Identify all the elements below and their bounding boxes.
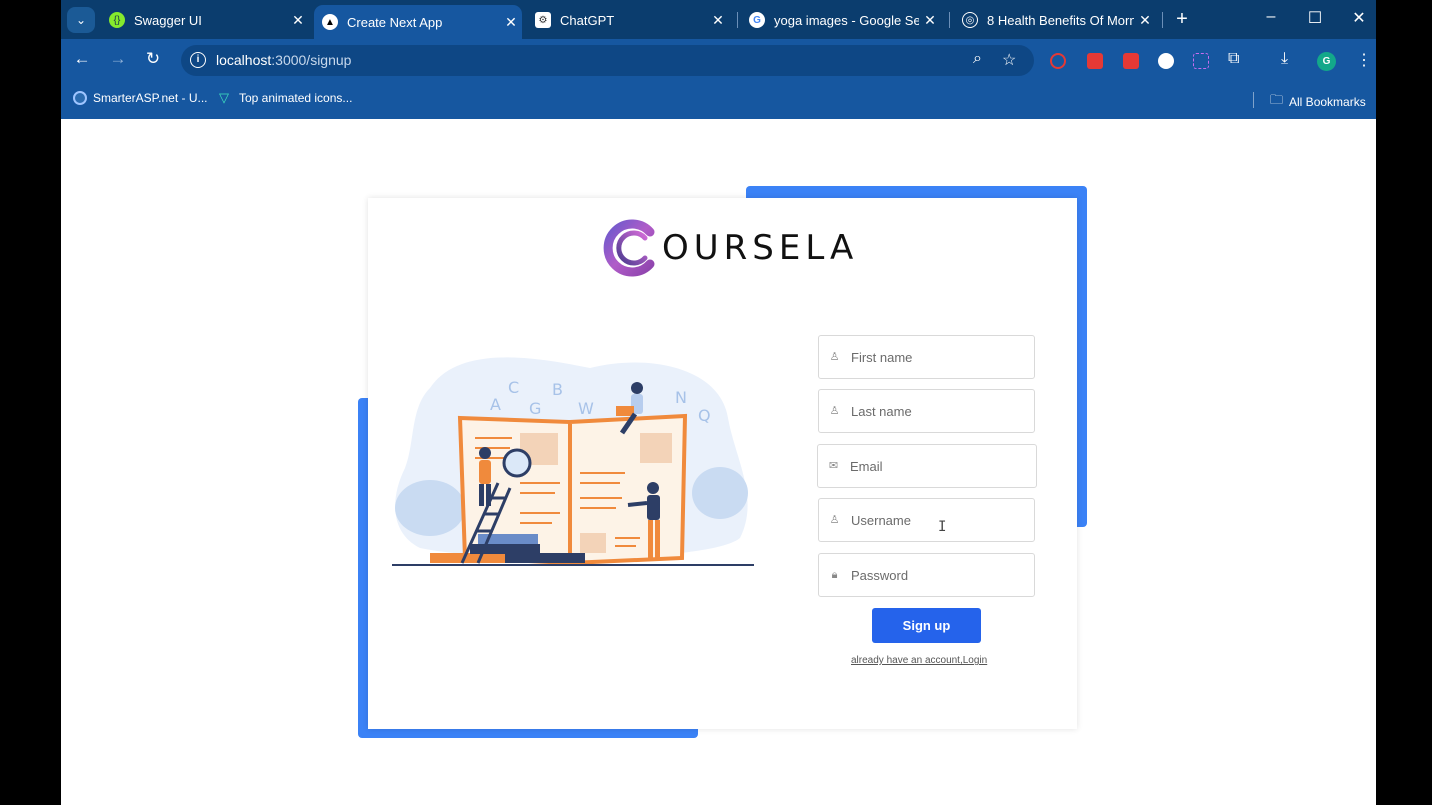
all-bookmarks-label: All Bookmarks	[1289, 95, 1366, 109]
address-bar[interactable]: i localhost:3000/signup ⌕ ☆	[181, 45, 1034, 76]
new-tab-button[interactable]: +	[1171, 8, 1193, 30]
download-icon[interactable]: ⤓	[1281, 50, 1288, 68]
video-extension-icon[interactable]	[1087, 53, 1103, 69]
animated-icons-icon: ▽	[219, 90, 229, 105]
brand-logo: OURSELA	[598, 218, 858, 278]
bookmark-label: Top animated icons...	[239, 91, 353, 105]
tab-create-next-app[interactable]: ▲ Create Next App ✕	[314, 5, 522, 39]
tab-swagger[interactable]: {} Swagger UI ✕	[101, 5, 309, 35]
site-info-icon[interactable]: i	[190, 52, 206, 68]
swagger-icon: {}	[109, 12, 125, 28]
tab-title: Create Next App	[347, 14, 443, 30]
google-icon: G	[749, 12, 765, 28]
illustration-letter: C	[508, 378, 519, 397]
close-window-button[interactable]: ✕	[1339, 8, 1376, 28]
mail-icon: ✉	[828, 459, 839, 472]
signup-button[interactable]: Sign up	[872, 608, 981, 643]
bookmark-label: SmarterASP.net - U...	[93, 91, 208, 105]
bookmarks-bar: SmarterASP.net - U... ▽ Top animated ico…	[61, 81, 1376, 119]
browser-toolbar: ← → ↻ i localhost:3000/signup ⌕ ☆ ⧉ ⤓ G …	[61, 39, 1376, 81]
close-icon[interactable]: ✕	[287, 12, 309, 29]
site-icon: ◎	[962, 12, 978, 28]
tab-chatgpt[interactable]: ⚙ ChatGPT ✕	[527, 5, 729, 35]
chevron-down-icon: ⌄	[75, 13, 87, 27]
email-field[interactable]: ✉	[817, 444, 1037, 488]
screenshot-extension-icon[interactable]	[1193, 53, 1209, 69]
bookmark-smarterasp[interactable]: SmarterASP.net - U...	[73, 91, 208, 105]
books-study-illustration: A C B G W N Q	[392, 357, 754, 566]
login-link[interactable]: already have an account,Login	[851, 655, 987, 666]
copyright-extension-icon[interactable]	[1158, 53, 1174, 69]
illustration-letter: A	[490, 395, 501, 414]
username-input[interactable]	[851, 512, 1021, 528]
bookmarks-separator	[1253, 92, 1254, 108]
forward-button[interactable]: →	[106, 49, 130, 69]
profile-avatar[interactable]: G	[1317, 52, 1336, 71]
illustration-letter: Q	[698, 406, 711, 425]
record-extension-icon[interactable]	[1050, 53, 1066, 69]
back-button[interactable]: ←	[70, 49, 94, 69]
reload-button[interactable]: ↻	[141, 49, 165, 69]
email-input[interactable]	[850, 458, 1020, 474]
first-name-input[interactable]	[851, 349, 1021, 365]
tab-health-benefits[interactable]: ◎ 8 Health Benefits Of Mornin ✕	[954, 5, 1156, 35]
extensions-puzzle-icon[interactable]: ⧉	[1228, 50, 1239, 68]
signup-page: OURSELA A C B G W N Q ♙ First name ♙ Las…	[61, 119, 1376, 805]
first-name-field[interactable]: ♙	[818, 335, 1035, 379]
last-name-field[interactable]: ♙	[818, 389, 1035, 433]
nextjs-icon: ▲	[322, 14, 338, 30]
all-bookmarks[interactable]: 🗀 All Bookmarks	[1270, 91, 1366, 113]
folder-icon: 🗀	[1270, 92, 1284, 107]
brand-name: OURSELA	[662, 228, 859, 268]
illustration-letter: G	[529, 399, 541, 418]
lock-icon: 🔒︎	[831, 568, 838, 581]
menu-kebab-icon[interactable]: ⋮	[1356, 50, 1372, 70]
tab-title: Swagger UI	[134, 12, 202, 28]
tab-title: yoga images - Google Sear	[774, 12, 919, 28]
text-cursor-icon: I	[938, 519, 947, 535]
media-extension-icon[interactable]	[1123, 53, 1139, 69]
chatgpt-icon: ⚙	[535, 12, 551, 28]
tab-separator	[949, 12, 950, 28]
logo-c-mark-icon	[603, 219, 655, 277]
tab-google-yoga[interactable]: G yoga images - Google Sear ✕	[741, 5, 941, 35]
username-field[interactable]: ♙	[818, 498, 1035, 542]
minimize-button[interactable]: –	[1251, 8, 1291, 26]
tab-strip: ⌄ {} Swagger UI ✕ ▲ Create Next App ✕ ⚙ …	[61, 0, 1376, 39]
tab-title: ChatGPT	[560, 12, 615, 28]
url-host: localhost	[216, 52, 272, 68]
smarterasp-icon	[73, 91, 87, 105]
user-icon: ♙	[829, 350, 840, 363]
last-name-input[interactable]	[851, 403, 1021, 419]
tab-separator	[737, 12, 738, 28]
illustration-letter: B	[552, 380, 563, 399]
close-icon[interactable]: ✕	[919, 12, 941, 29]
tab-title: 8 Health Benefits Of Mornin	[987, 12, 1134, 28]
close-icon[interactable]: ✕	[707, 12, 729, 29]
close-icon[interactable]: ✕	[500, 14, 522, 31]
bookmark-star-icon[interactable]: ☆	[1002, 50, 1016, 70]
illustration-letter: N	[675, 388, 687, 407]
password-input[interactable]	[851, 567, 1021, 583]
illustration-letter: W	[578, 399, 594, 418]
tab-search-button[interactable]: ⌄	[67, 7, 95, 33]
url-text[interactable]: localhost:3000/signup	[216, 52, 351, 68]
maximize-button[interactable]: ☐	[1295, 8, 1335, 28]
bookmark-animated-icons[interactable]: ▽ Top animated icons...	[219, 90, 353, 106]
user-icon: ♙	[829, 513, 840, 526]
screen: ⌄ {} Swagger UI ✕ ▲ Create Next App ✕ ⚙ …	[61, 0, 1376, 805]
url-path: :3000/signup	[271, 52, 352, 68]
signup-card: OURSELA A C B G W N Q ♙ First name ♙ Las…	[368, 198, 1077, 729]
user-icon: ♙	[829, 404, 840, 417]
close-icon[interactable]: ✕	[1134, 12, 1156, 29]
tab-separator	[1162, 12, 1163, 28]
zoom-icon[interactable]: ⌕	[973, 50, 982, 68]
password-field[interactable]: 🔒︎	[818, 553, 1035, 597]
